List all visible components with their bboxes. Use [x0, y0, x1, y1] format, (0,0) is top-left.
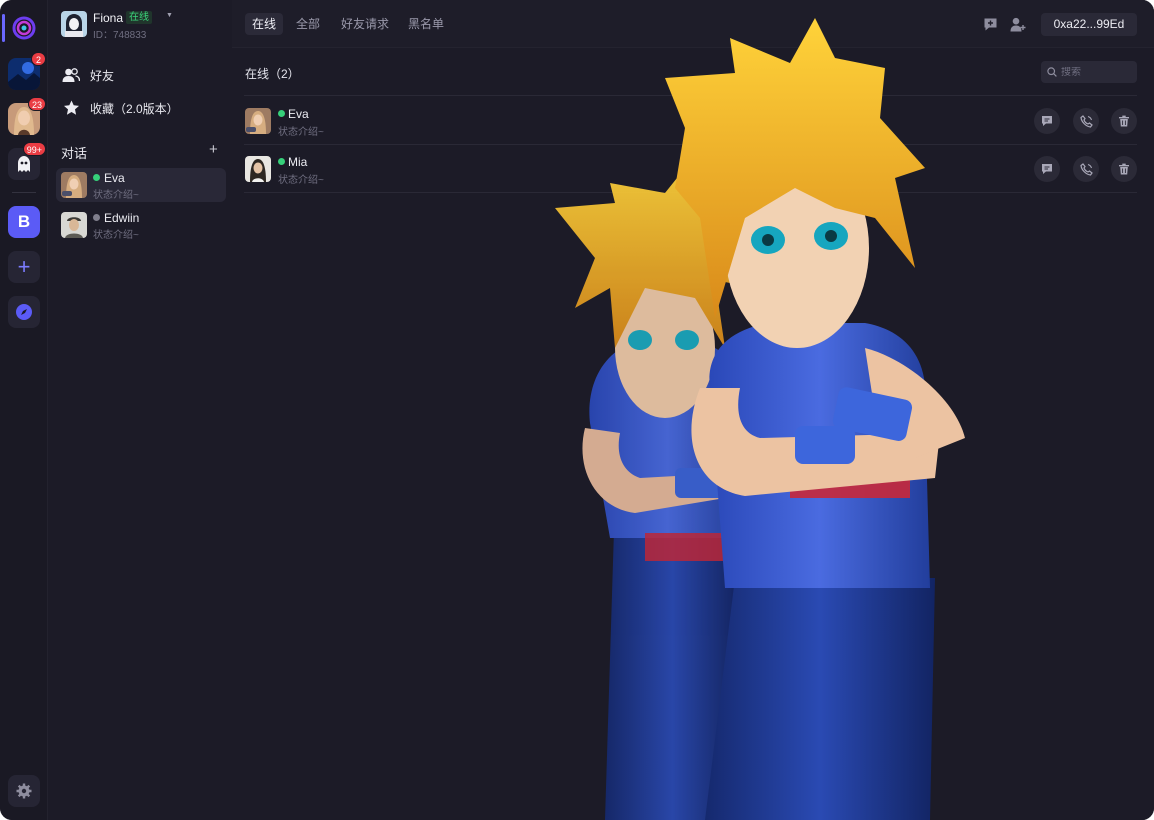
- conversation-item-eva[interactable]: Eva 状态介绍~: [56, 168, 226, 202]
- server-portrait-button[interactable]: 23: [8, 97, 46, 135]
- user-avatar: [61, 11, 87, 37]
- user-profile[interactable]: Fiona 在线 ▼ ID：748833: [60, 11, 228, 41]
- sidebar: Fiona 在线 ▼ ID：748833 好友 收藏（2.0版本） 对话 + E…: [48, 0, 232, 820]
- conversation-name: Edwiin: [104, 211, 140, 225]
- search-box[interactable]: [1041, 61, 1137, 83]
- add-conversation-button[interactable]: +: [209, 141, 218, 158]
- delete-button[interactable]: [1111, 108, 1137, 134]
- explore-button[interactable]: [8, 296, 40, 328]
- message-button[interactable]: [1034, 156, 1060, 182]
- call-button[interactable]: [1073, 108, 1099, 134]
- friend-name: Mia: [288, 155, 308, 169]
- online-indicator: [278, 110, 285, 117]
- conversations-title: 对话: [61, 146, 88, 161]
- call-button[interactable]: [1073, 156, 1099, 182]
- chat-icon: [1042, 116, 1052, 126]
- friends-icon: [62, 66, 80, 84]
- app-logo-button[interactable]: [8, 12, 40, 44]
- friend-status-text: 状态介绍~: [278, 127, 324, 138]
- friend-avatar: [245, 108, 271, 134]
- ghost-icon: [18, 156, 30, 172]
- nav-favorites-label: 收藏（2.0版本）: [90, 101, 179, 116]
- nav-favorites[interactable]: 收藏（2.0版本）: [60, 94, 230, 122]
- settings-button[interactable]: [8, 775, 40, 807]
- server-rail: 2 23 99+ B +: [0, 0, 48, 820]
- trash-icon: [1119, 163, 1129, 175]
- unread-badge: 2: [31, 52, 46, 66]
- user-name: Fiona: [93, 11, 124, 25]
- trash-icon: [1119, 115, 1129, 127]
- tab-online[interactable]: 在线: [245, 13, 284, 35]
- tab-all[interactable]: 全部: [289, 13, 327, 35]
- unread-badge: 99+: [22, 142, 46, 156]
- message-button[interactable]: [1034, 108, 1060, 134]
- search-icon: [1047, 67, 1057, 77]
- offline-indicator: [93, 214, 100, 221]
- character-illustration: [555, 18, 965, 820]
- nav-friends-label: 好友: [90, 68, 115, 83]
- app-logo-icon: [12, 16, 36, 40]
- server-landscape-button[interactable]: 2: [8, 52, 46, 90]
- status-dropdown-icon[interactable]: ▼: [166, 12, 173, 19]
- nav-friends[interactable]: 好友: [60, 61, 230, 89]
- conversation-name: Eva: [104, 171, 125, 185]
- server-ghost-button[interactable]: 99+: [8, 142, 46, 180]
- friend-name: Eva: [288, 107, 309, 121]
- friend-avatar: [245, 156, 271, 182]
- friend-status-text: 状态介绍~: [278, 175, 324, 186]
- online-list-title: 在线（2）: [245, 67, 300, 81]
- add-friend-icon[interactable]: [1009, 15, 1027, 33]
- app-window: 2 23 99+ B + Fiona 在线 ▼ ID：748833 好友 收藏（…: [0, 0, 1154, 820]
- gear-icon: [16, 783, 32, 799]
- tab-friend-requests[interactable]: 好友请求: [334, 13, 396, 35]
- add-server-button[interactable]: +: [8, 251, 40, 283]
- star-icon: [62, 99, 80, 117]
- search-input[interactable]: [1061, 66, 1133, 78]
- conversation-status-text: 状态介绍~: [93, 230, 139, 241]
- chat-icon: [1042, 164, 1052, 174]
- phone-icon: [1079, 114, 1093, 128]
- selected-indicator: [2, 14, 5, 42]
- online-indicator: [278, 158, 285, 165]
- conversation-item-edwiin[interactable]: Edwiin 状态介绍~: [56, 208, 226, 242]
- rail-divider: [12, 192, 36, 193]
- conversation-avatar: [61, 212, 87, 238]
- user-status-badge[interactable]: 在线: [126, 11, 152, 24]
- conversation-status-text: 状态介绍~: [93, 190, 139, 201]
- tab-blacklist[interactable]: 黑名单: [401, 13, 451, 35]
- phone-icon: [1079, 162, 1093, 176]
- online-indicator: [93, 174, 100, 181]
- user-id: ID：748833: [93, 30, 147, 41]
- wallet-address-button[interactable]: 0xa22...99Ed: [1041, 13, 1137, 36]
- server-b-button[interactable]: B: [8, 206, 40, 238]
- delete-button[interactable]: [1111, 156, 1137, 182]
- unread-badge: 23: [27, 97, 46, 111]
- conversation-avatar: [61, 172, 87, 198]
- compass-icon: [16, 304, 32, 320]
